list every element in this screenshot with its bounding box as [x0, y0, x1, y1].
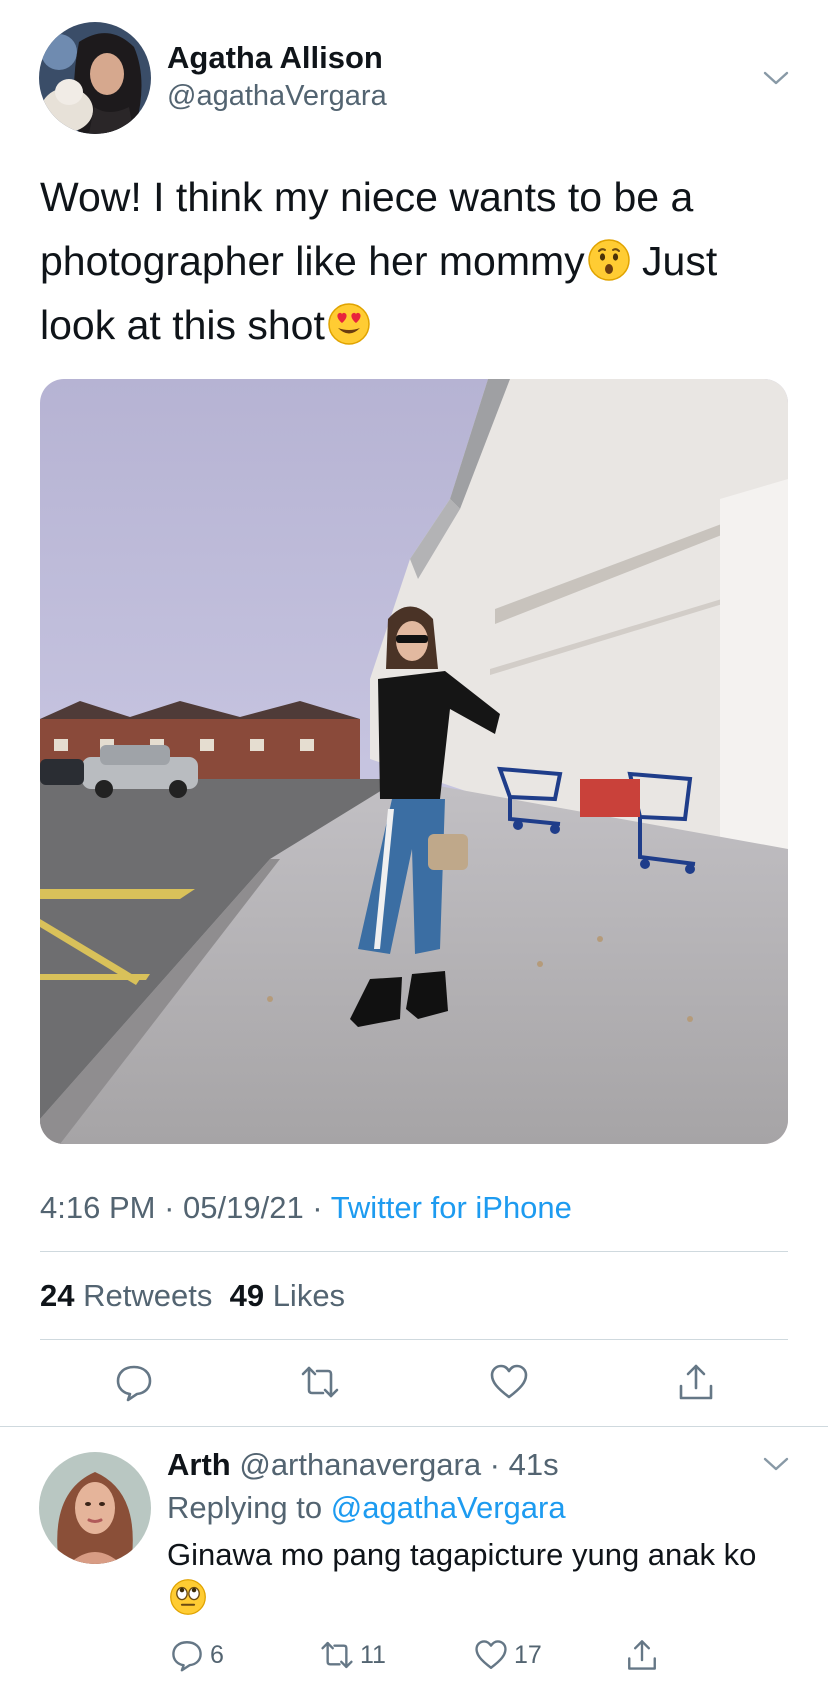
reply-age: 41s [508, 1447, 559, 1482]
divider [0, 1426, 828, 1427]
divider [40, 1339, 788, 1340]
meta-separator: · [481, 1447, 509, 1482]
reply-author-avatar[interactable] [39, 1452, 151, 1564]
tweet-text: Wow! I think my niece wants to be a phot… [40, 165, 800, 357]
author-handle[interactable]: @agathaVergara [167, 80, 387, 113]
reply-text-body: Ginawa mo pang tagapicture yung anak ko [167, 1537, 757, 1572]
like-icon[interactable] [489, 1362, 529, 1402]
reply-retweet-count: 11 [360, 1640, 386, 1669]
reply-like-count: 17 [514, 1640, 542, 1669]
reply-text: Ginawa mo pang tagapicture yung anak ko [167, 1533, 787, 1619]
chevron-down-icon[interactable] [762, 70, 790, 86]
reply-header: Arth @arthanavergara · 41s [167, 1447, 559, 1483]
likes-label[interactable]: Likes [273, 1278, 345, 1313]
retweets-label[interactable]: Retweets [83, 1278, 212, 1313]
replying-to-line: Replying to @agathaVergara [167, 1490, 566, 1526]
tweet-timestamp: 4:16 PM · 05/19/21 · Twitter for iPhone [40, 1190, 572, 1226]
tweet-photo[interactable] [40, 379, 788, 1144]
reply-icon [172, 1641, 202, 1672]
tweet-time: 4:16 PM [40, 1190, 156, 1225]
retweet-icon[interactable] [300, 1362, 340, 1402]
meta-separator: · [155, 1190, 184, 1225]
replying-to-mention[interactable]: @agathaVergara [331, 1490, 566, 1525]
author-avatar[interactable] [39, 22, 151, 134]
hushed-face-emoji-icon [587, 238, 631, 282]
retweets-count[interactable]: 24 [40, 1278, 74, 1313]
reply-action-reply[interactable]: 6 [170, 1638, 224, 1672]
meta-separator: · [303, 1190, 331, 1225]
retweet-icon [321, 1641, 353, 1669]
divider [40, 1251, 788, 1252]
reply-icon[interactable] [114, 1362, 154, 1402]
reply-action-like[interactable]: 17 [474, 1638, 542, 1672]
heart-eyes-emoji-icon [327, 302, 371, 346]
reply-author-handle[interactable]: @arthanavergara [239, 1447, 481, 1482]
reply-action-share[interactable] [625, 1638, 659, 1672]
tweet-stats: 24 Retweets 49 Likes [40, 1278, 345, 1314]
share-icon [628, 1640, 656, 1670]
reply-author-name[interactable]: Arth [167, 1447, 231, 1482]
like-icon [475, 1640, 507, 1669]
reply-count: 6 [210, 1640, 224, 1669]
rolling-eyes-emoji-icon [169, 1578, 207, 1616]
reply-action-retweet[interactable]: 11 [320, 1638, 386, 1672]
replying-label: Replying to [167, 1490, 323, 1525]
chevron-down-icon[interactable] [762, 1456, 790, 1472]
share-icon[interactable] [676, 1362, 716, 1402]
likes-count[interactable]: 49 [230, 1278, 264, 1313]
tweet-date: 05/19/21 [183, 1190, 304, 1225]
author-name[interactable]: Agatha Allison [167, 40, 383, 76]
source-app-link[interactable]: Twitter for iPhone [331, 1190, 572, 1225]
